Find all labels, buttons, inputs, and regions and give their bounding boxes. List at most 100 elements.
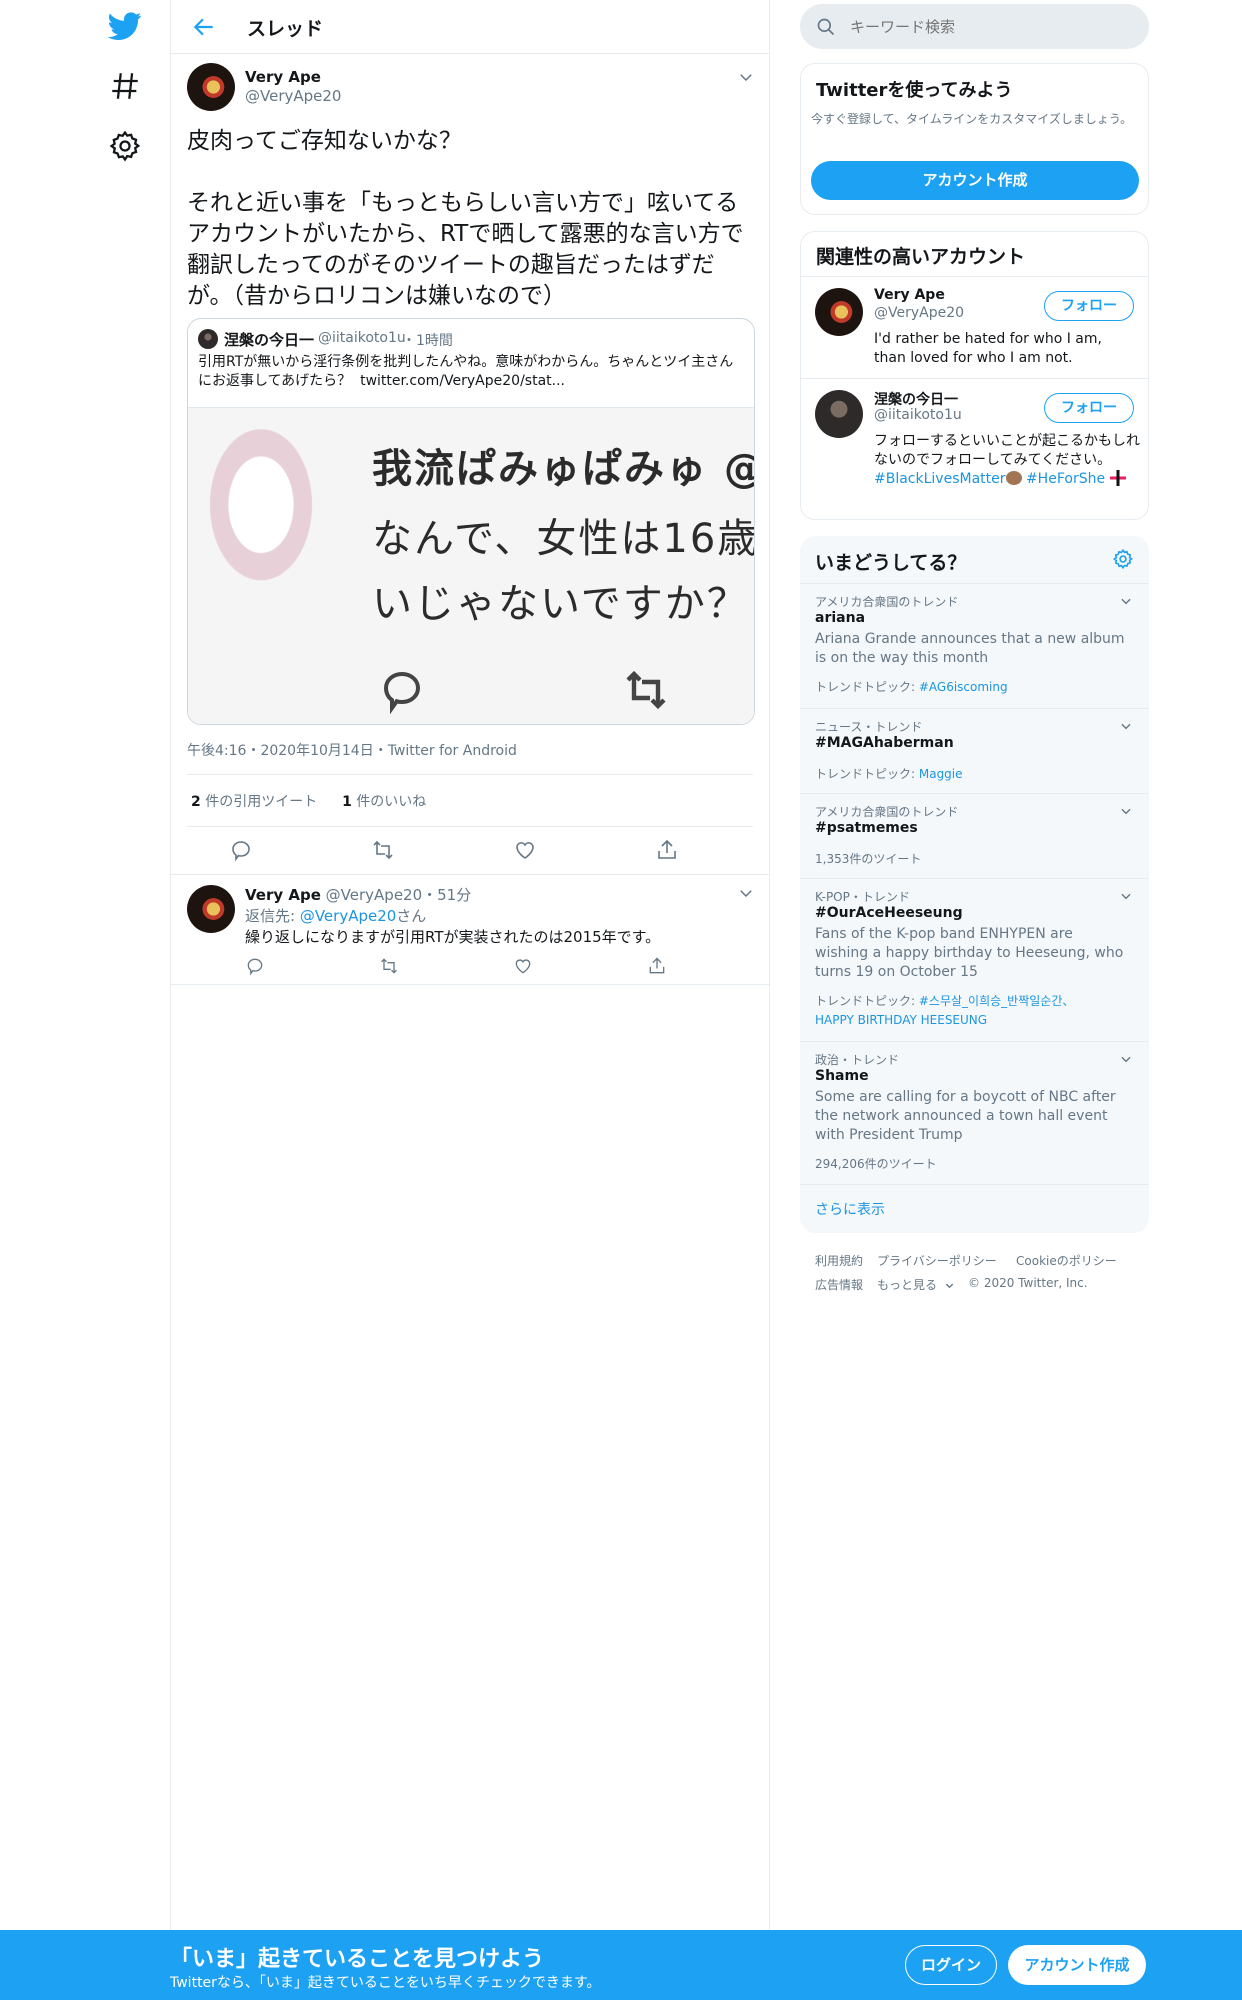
quoted-author-name: 涅槃の今日一 <box>224 331 315 349</box>
quoted-separator: ・ <box>402 333 416 349</box>
signup-card: Twitterを使ってみよう 今すぐ登録して、タイムラインをカスタマイズしましょ… <box>800 63 1149 215</box>
related-account-name[interactable]: 涅槃の今日一 <box>874 389 958 409</box>
cookie-link[interactable]: Cookieのポリシー <box>1016 1252 1117 1269</box>
chevron-down-icon[interactable] <box>1119 889 1133 903</box>
trend-context: アメリカ合衆国のトレンド <box>815 805 959 819</box>
hashtag-link[interactable]: #BlackLivesMatter <box>874 471 1006 487</box>
trend-topic-link[interactable]: HAPPY BIRTHDAY HEESEUNG <box>815 1013 987 1027</box>
trend-topic-link[interactable]: #스무살_이희승_반짝일순간、 <box>919 994 1075 1008</box>
banner-title: 「いま」起きていることを見つけよう <box>170 1947 545 1972</box>
show-more-link[interactable]: さらに表示 <box>815 1199 885 1219</box>
like-heart-icon[interactable] <box>513 956 533 976</box>
reply-to-suffix: さん <box>396 907 427 925</box>
trend-item[interactable]: ニュース・トレンド #MAGAhaberman トレンドトピック: Maggie <box>800 708 1149 793</box>
reply-icon[interactable] <box>245 956 265 976</box>
quoted-tweet[interactable]: 涅槃の今日一 @iitaikoto1u ・ 1時間 引用RTが無いから淫行条例を… <box>187 318 755 725</box>
hashtag-explore-icon[interactable] <box>108 69 142 103</box>
terms-link[interactable]: 利用規約 <box>815 1252 863 1269</box>
retweet-icon[interactable] <box>379 956 399 976</box>
show-more-row[interactable]: さらに表示 <box>800 1184 1149 1233</box>
reply-icon[interactable] <box>229 838 253 862</box>
ads-info-link[interactable]: 広告情報 <box>815 1276 863 1293</box>
trend-topic-label: トレンドトピック: <box>815 994 919 1008</box>
trend-topic-link[interactable]: Maggie <box>919 767 963 781</box>
reply-time[interactable]: ・51分 <box>422 886 471 904</box>
search-bar[interactable] <box>800 4 1149 49</box>
quoted-author-handle: @iitaikoto1u <box>318 330 406 346</box>
trend-context: アメリカ合衆国のトレンド <box>815 595 959 609</box>
chevron-down-icon[interactable] <box>1119 1052 1133 1066</box>
like-count-label[interactable]: 件のいいね <box>356 794 426 810</box>
privacy-link[interactable]: プライバシーポリシー <box>877 1252 997 1269</box>
related-account-bio: I'd rather be hated for who I am, than l… <box>874 331 1102 366</box>
trend-topic-label: トレンドトピック: <box>815 680 919 694</box>
main-column: スレッド Very Ape @VeryApe20 皮肉ってご存知ないかな？ それ… <box>170 0 770 1930</box>
retweet-icon[interactable] <box>371 838 395 862</box>
avatar[interactable] <box>187 885 235 933</box>
settings-gear-icon[interactable] <box>108 129 142 163</box>
reply-to-user[interactable]: @VeryApe20 <box>300 907 396 925</box>
author-name[interactable]: Very Ape <box>245 68 321 86</box>
banner-subtitle: Twitterなら、「いま」起きていることをいち早くチェックできます。 <box>170 1975 601 1991</box>
trend-topic: トレンドトピック: #스무살_이희승_반짝일순간、 HAPPY BIRTHDAY … <box>815 992 1135 1030</box>
like-heart-icon[interactable] <box>513 838 537 862</box>
follow-button[interactable]: フォロー <box>1044 393 1134 423</box>
quoted-time: 1時間 <box>416 333 453 349</box>
trend-name: Shame <box>815 1068 869 1084</box>
create-account-button[interactable]: アカウント作成 <box>1008 1945 1146 1985</box>
share-icon[interactable] <box>655 838 679 862</box>
chevron-down-icon[interactable] <box>737 68 755 86</box>
chevron-down-icon[interactable] <box>1119 594 1133 608</box>
avatar[interactable] <box>815 390 863 438</box>
quoted-image-line: 我流ぱみゅぱみゅ @ <box>372 446 755 492</box>
avatar[interactable] <box>815 288 863 336</box>
trend-item[interactable]: K-POP・トレンド #OurAceHeeseung Fans of the K… <box>800 878 1149 1041</box>
follow-button[interactable]: フォロー <box>1044 291 1134 321</box>
trend-topic: トレンドトピック: Maggie <box>815 765 963 782</box>
chevron-down-icon[interactable] <box>737 884 755 902</box>
tweet-timestamp[interactable]: 午後4:16・2020年10月14日・Twitter for Android <box>187 740 517 760</box>
quote-count[interactable]: 2 <box>191 794 201 810</box>
trend-name: #OurAceHeeseung <box>815 905 963 921</box>
trend-name: #MAGAhaberman <box>815 735 954 751</box>
avatar[interactable] <box>187 63 235 111</box>
quoted-image-line: なんで、女性は16歳 <box>372 516 755 562</box>
chevron-down-icon[interactable] <box>1119 804 1133 818</box>
fist-emoji-icon <box>1005 471 1022 485</box>
more-link[interactable]: もっと見る <box>877 1276 937 1293</box>
twitter-logo-icon[interactable] <box>108 9 142 43</box>
search-icon <box>816 17 836 37</box>
quoted-text: 引用RTが無いから淫行条例を批判したんやね。意味がわからん。ちゃんとツイ主さんに… <box>198 353 746 391</box>
related-account-handle[interactable]: @VeryApe20 <box>874 305 964 321</box>
quote-count-label[interactable]: 件の引用ツイート <box>205 794 317 810</box>
login-button[interactable]: ログイン <box>905 1945 997 1985</box>
trend-topic-link[interactable]: #AG6iscoming <box>919 680 1008 694</box>
like-count[interactable]: 1 <box>342 794 352 810</box>
page-header: スレッド <box>171 0 769 54</box>
trend-description: Some are calling for a boycott of NBC af… <box>815 1089 1116 1143</box>
related-account-name[interactable]: Very Ape <box>874 287 945 303</box>
chevron-down-icon[interactable] <box>1119 719 1133 733</box>
signup-banner: 「いま」起きていることを見つけよう Twitterなら、「いま」起きていることを… <box>0 1930 1242 2000</box>
more-chevron-icon <box>944 1280 955 1291</box>
trend-item[interactable]: アメリカ合衆国のトレンド ariana Ariana Grande announ… <box>800 583 1149 708</box>
share-icon[interactable] <box>647 956 667 976</box>
hashtag-link[interactable]: #HeForShe <box>1026 471 1105 487</box>
trend-name: #psatmemes <box>815 820 918 836</box>
trend-item[interactable]: 政治・トレンド Shame Some are calling for a boy… <box>800 1041 1149 1184</box>
trend-item[interactable]: アメリカ合衆国のトレンド #psatmemes 1,353件のツイート <box>800 793 1149 878</box>
trend-tweet-count: 1,353件のツイート <box>815 852 922 866</box>
divider <box>171 874 769 875</box>
author-handle[interactable]: @VeryApe20 <box>245 87 341 105</box>
trend-context: K-POP・トレンド <box>815 890 910 904</box>
search-input[interactable] <box>850 4 1130 49</box>
reply-author-name[interactable]: Very Ape <box>245 886 321 904</box>
divider <box>187 774 753 775</box>
settings-gear-icon[interactable] <box>1112 548 1134 570</box>
quoted-image: 我流ぱみゅぱみゅ @ なんで、女性は16歳 いじゃないですか？ <box>188 407 755 724</box>
related-account-handle[interactable]: @iitaikoto1u <box>874 407 962 423</box>
create-account-button[interactable]: アカウント作成 <box>811 161 1139 200</box>
quoted-link: twitter.com/VeryApe20/stat... <box>360 373 565 389</box>
back-arrow-icon[interactable] <box>191 14 217 40</box>
reply-author-handle[interactable]: @VeryApe20 <box>326 886 422 904</box>
